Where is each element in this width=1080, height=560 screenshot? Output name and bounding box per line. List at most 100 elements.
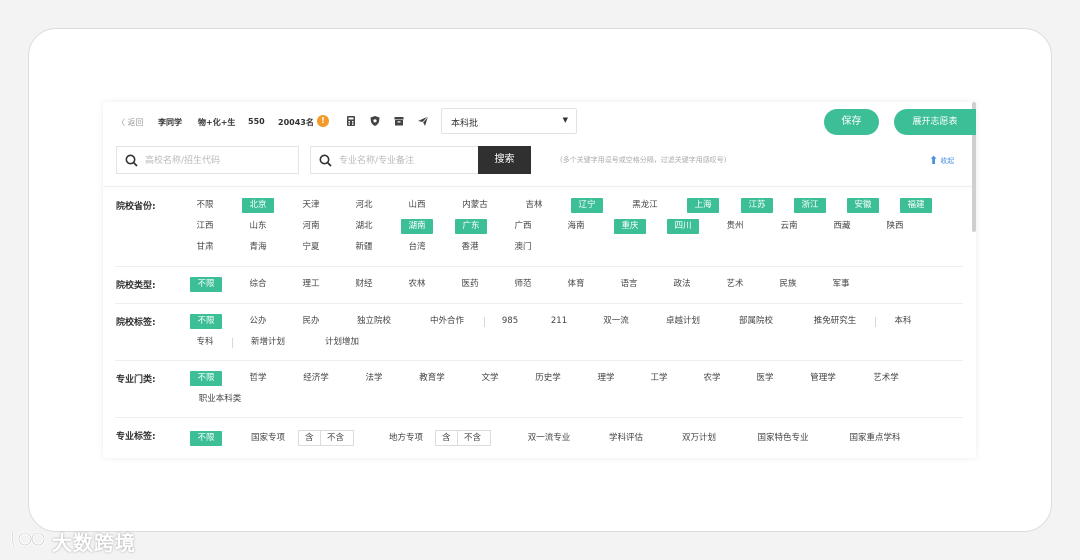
- major-category-chip[interactable]: 教育学: [415, 371, 449, 386]
- school-type-chip[interactable]: 语言: [617, 277, 641, 292]
- school-tag-chip[interactable]: 中外合作: [425, 314, 469, 329]
- province-chip[interactable]: 河北: [352, 198, 376, 213]
- province-chip[interactable]: 澳门: [511, 240, 535, 255]
- major-category-chip[interactable]: 文学: [478, 371, 502, 386]
- back-link[interactable]: 〈 返回: [117, 117, 144, 128]
- school-type-chip[interactable]: 体育: [564, 277, 588, 292]
- school-type-chip[interactable]: 综合: [246, 277, 270, 292]
- school-tag-chip[interactable]: 985: [498, 314, 522, 329]
- province-chip[interactable]: 不限: [191, 198, 219, 213]
- major-tag-chip[interactable]: 双万计划: [677, 431, 721, 446]
- province-chip[interactable]: 西藏: [830, 219, 854, 234]
- major-category-chip[interactable]: 农学: [700, 371, 724, 386]
- exclude-option[interactable]: 不含: [464, 432, 481, 445]
- school-tag-chip[interactable]: 本科: [891, 314, 915, 329]
- province-chip[interactable]: 香港: [458, 240, 482, 255]
- school-type-chip[interactable]: 财经: [352, 277, 376, 292]
- province-chip-selected[interactable]: 湖南: [401, 219, 433, 234]
- major-category-chip[interactable]: 经济学: [299, 371, 333, 386]
- major-tag-chip[interactable]: 双一流专业: [522, 431, 576, 446]
- province-chip[interactable]: 台湾: [405, 240, 429, 255]
- province-chip[interactable]: 河南: [299, 219, 323, 234]
- school-type-chip[interactable]: 民族: [776, 277, 800, 292]
- province-chip[interactable]: 宁夏: [299, 240, 323, 255]
- school-type-chip[interactable]: 医药: [458, 277, 482, 292]
- major-category-chip[interactable]: 历史学: [531, 371, 565, 386]
- major-category-chip[interactable]: 法学: [362, 371, 386, 386]
- school-tag-chip[interactable]: 专科: [193, 335, 217, 350]
- province-chip[interactable]: 云南: [777, 219, 801, 234]
- province-chip-selected[interactable]: 北京: [242, 198, 274, 213]
- school-tag-chip[interactable]: 新增计划: [246, 335, 290, 350]
- province-chip[interactable]: 天津: [299, 198, 323, 213]
- province-chip-selected[interactable]: 四川: [667, 219, 699, 234]
- include-option[interactable]: 含: [442, 432, 451, 445]
- province-chip-selected[interactable]: 福建: [900, 198, 932, 213]
- rank-info-icon[interactable]: !: [317, 115, 329, 127]
- school-type-chip[interactable]: 农林: [405, 277, 429, 292]
- school-tag-chip[interactable]: 双一流: [599, 314, 633, 329]
- scrollbar[interactable]: [972, 102, 976, 458]
- school-tag-chip[interactable]: 推免研究生: [808, 314, 862, 329]
- province-chip-selected[interactable]: 浙江: [794, 198, 826, 213]
- collapse-button[interactable]: ⬆ 收起: [929, 154, 954, 167]
- major-tag-chip[interactable]: 国家特色专业: [751, 431, 815, 446]
- province-chip[interactable]: 内蒙古: [458, 198, 492, 213]
- search-button[interactable]: 搜索: [478, 146, 531, 174]
- include-option[interactable]: 含: [305, 432, 314, 445]
- major-category-chip-selected[interactable]: 不限: [190, 371, 222, 386]
- archive-icon[interactable]: [393, 115, 405, 127]
- school-tag-chip[interactable]: 民办: [299, 314, 323, 329]
- major-category-chip[interactable]: 医学: [753, 371, 777, 386]
- school-type-chip[interactable]: 军事: [829, 277, 853, 292]
- province-chip[interactable]: 陕西: [883, 219, 907, 234]
- school-tag-chip[interactable]: 计划增加: [320, 335, 364, 350]
- province-chip[interactable]: 吉林: [522, 198, 546, 213]
- major-category-chip[interactable]: 哲学: [246, 371, 270, 386]
- major-search-input[interactable]: [337, 152, 481, 170]
- major-category-chip[interactable]: 职业本科类: [193, 392, 247, 407]
- calculator-icon[interactable]: [345, 115, 357, 127]
- major-tag-chip[interactable]: 学科评估: [604, 431, 648, 446]
- major-category-chip[interactable]: 理学: [594, 371, 618, 386]
- school-type-chip[interactable]: 艺术: [723, 277, 747, 292]
- major-tag-chip-selected[interactable]: 不限: [190, 431, 222, 446]
- major-tag-chip[interactable]: 国家重点学科: [843, 431, 907, 446]
- shield-icon[interactable]: [369, 115, 381, 127]
- province-chip[interactable]: 海南: [564, 219, 588, 234]
- province-chip[interactable]: 湖北: [352, 219, 376, 234]
- major-category-chip[interactable]: 工学: [647, 371, 671, 386]
- major-category-chip[interactable]: 管理学: [806, 371, 840, 386]
- school-tag-chip[interactable]: 211: [547, 314, 571, 329]
- school-tag-chip[interactable]: 部属院校: [734, 314, 778, 329]
- send-icon[interactable]: [417, 115, 429, 127]
- open-volunteer-table-button[interactable]: 展开志愿表: [894, 109, 976, 135]
- province-chip-selected[interactable]: 上海: [687, 198, 719, 213]
- province-chip[interactable]: 黑龙江: [628, 198, 662, 213]
- save-button[interactable]: 保存: [824, 109, 879, 135]
- province-chip[interactable]: 广西: [511, 219, 535, 234]
- school-tag-chip[interactable]: 卓越计划: [661, 314, 705, 329]
- school-tag-chip-selected[interactable]: 不限: [190, 314, 222, 329]
- school-type-chip[interactable]: 政法: [670, 277, 694, 292]
- province-chip[interactable]: 青海: [246, 240, 270, 255]
- province-chip[interactable]: 山西: [405, 198, 429, 213]
- province-chip-selected[interactable]: 广东: [455, 219, 487, 234]
- province-chip[interactable]: 贵州: [723, 219, 747, 234]
- province-chip-selected[interactable]: 安徽: [847, 198, 879, 213]
- province-chip[interactable]: 新疆: [352, 240, 376, 255]
- province-chip[interactable]: 江西: [191, 219, 219, 234]
- batch-select[interactable]: 本科批 ▼: [441, 108, 577, 134]
- province-chip-selected[interactable]: 辽宁: [571, 198, 603, 213]
- major-tag-chip[interactable]: 地方专项: [384, 431, 428, 446]
- school-search-input[interactable]: [143, 152, 287, 170]
- province-chip-selected[interactable]: 江苏: [741, 198, 773, 213]
- major-tag-chip[interactable]: 国家专项: [246, 431, 290, 446]
- province-chip[interactable]: 甘肃: [193, 240, 217, 255]
- province-chip[interactable]: 山东: [246, 219, 270, 234]
- exclude-option[interactable]: 不含: [327, 432, 344, 445]
- school-type-chip[interactable]: 理工: [299, 277, 323, 292]
- major-category-chip[interactable]: 艺术学: [869, 371, 903, 386]
- province-chip-selected[interactable]: 重庆: [614, 219, 646, 234]
- school-tag-chip[interactable]: 公办: [246, 314, 270, 329]
